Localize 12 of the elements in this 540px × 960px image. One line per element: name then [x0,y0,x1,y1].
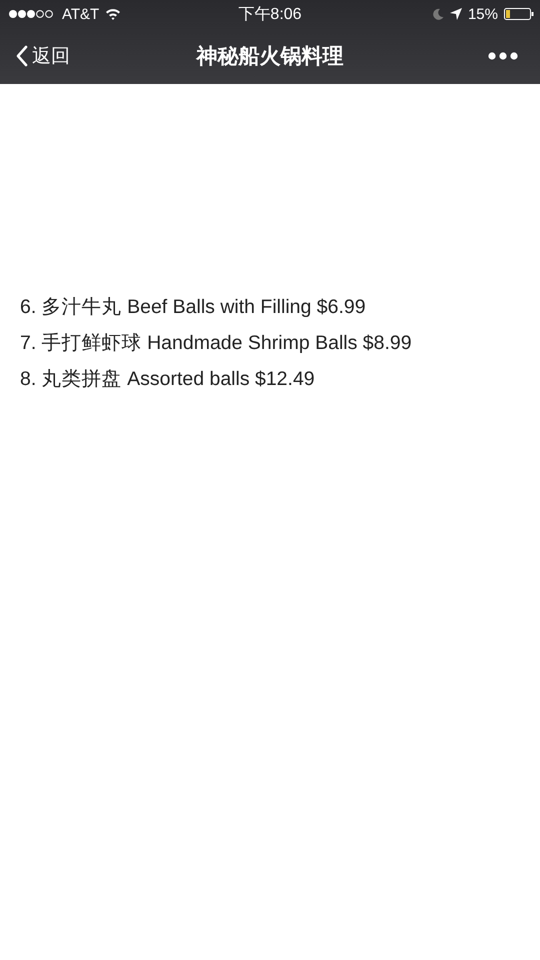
battery-percent: 15% [468,6,498,22]
carrier-text: AT&T [62,6,100,22]
chevron-left-icon [16,45,28,67]
more-icon[interactable] [488,52,518,60]
back-button[interactable]: 返回 [16,43,70,69]
battery-icon [504,8,534,20]
page-title: 神秘船火锅料理 [196,44,344,70]
location-arrow-icon [450,8,462,20]
wifi-icon [105,8,122,20]
clock-time: 下午8:06 [238,4,302,24]
moon-icon [432,8,444,20]
signal-icon [8,9,56,19]
